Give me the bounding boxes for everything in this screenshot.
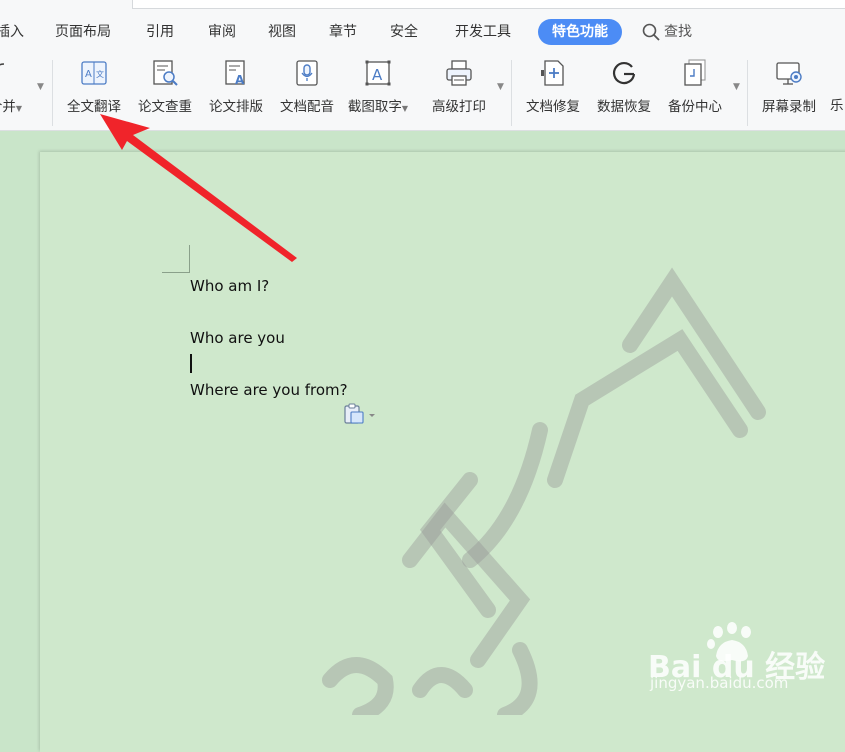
text-cursor: [190, 354, 192, 373]
doc-dubbing-button[interactable]: 文档配音: [271, 58, 343, 126]
more-arrow-icon[interactable]: ▼: [733, 82, 740, 92]
screen-record-label: 屏幕录制: [762, 99, 816, 115]
doc-repair-button[interactable]: 文档修复: [517, 58, 589, 126]
menu-chapter[interactable]: 章节: [329, 22, 357, 42]
advanced-print-button[interactable]: 高级打印: [423, 58, 495, 126]
merge-tool[interactable]: 合并▼: [0, 58, 36, 126]
backup-center-label: 备份中心: [668, 99, 722, 115]
paper-format-icon: A: [225, 60, 245, 87]
merge-label: 合并: [0, 99, 16, 115]
document-line[interactable]: Who are you: [190, 329, 285, 347]
menu-review[interactable]: 审阅: [208, 22, 236, 42]
document-line[interactable]: Where are you from?: [190, 381, 348, 399]
search-icon: [642, 23, 660, 41]
partial-tool-label[interactable]: 乐: [830, 96, 844, 116]
search-label: 查找: [664, 24, 692, 40]
document-page[interactable]: [40, 152, 845, 752]
menu-insert[interactable]: 插入: [0, 22, 24, 42]
svg-text:A: A: [235, 73, 245, 87]
menu-special-features[interactable]: 特色功能: [538, 19, 622, 45]
screen-record-icon: [776, 62, 802, 85]
paper-check-button[interactable]: 论文查重: [129, 58, 201, 126]
margin-corner-mark: [162, 272, 189, 273]
toolbar-divider: [747, 60, 748, 126]
full-text-translate-button[interactable]: A 文 全文翻译: [58, 58, 130, 126]
menu-references[interactable]: 引用: [146, 22, 174, 42]
menu-security[interactable]: 安全: [390, 22, 418, 42]
title-bar-edge: [132, 0, 845, 9]
translate-icon: A 文: [81, 61, 107, 85]
backup-center-button[interactable]: 备份中心: [659, 58, 731, 126]
backup-center-icon: [684, 59, 706, 86]
svg-text:A: A: [85, 69, 92, 80]
paste-options-icon[interactable]: [343, 403, 377, 425]
menu-developer-tools[interactable]: 开发工具: [455, 22, 511, 42]
paper-format-button[interactable]: A 论文排版: [200, 58, 272, 126]
advanced-print-label: 高级打印: [432, 99, 486, 115]
plagiarism-check-icon: [153, 60, 178, 86]
menu-bar: 插入 页面布局 引用 审阅 视图 章节 安全 开发工具 特色功能 查找: [0, 0, 845, 50]
data-recovery-button[interactable]: 数据恢复: [588, 58, 660, 126]
menu-page-layout[interactable]: 页面布局: [55, 22, 111, 42]
more-arrow-icon[interactable]: ▼: [497, 82, 504, 92]
screen-record-button[interactable]: 屏幕录制: [753, 58, 825, 126]
document-line[interactable]: Who am I?: [190, 277, 269, 295]
data-recovery-icon: [612, 61, 636, 85]
dubbing-microphone-icon: [296, 60, 318, 86]
toolbar-divider: [52, 60, 53, 126]
doc-repair-icon: [541, 60, 564, 86]
svg-text:A: A: [372, 66, 383, 84]
margin-corner-mark: [189, 245, 190, 273]
screenshot-ocr-label: 截图取字▼: [347, 99, 409, 115]
printer-icon: [446, 60, 472, 86]
screenshot-ocr-button[interactable]: A 截图取字▼: [342, 58, 414, 126]
screenshot-ocr-icon: A: [365, 60, 391, 86]
svg-text:文: 文: [96, 69, 104, 79]
menu-view[interactable]: 视图: [268, 22, 296, 42]
more-arrow-icon[interactable]: ▼: [37, 82, 44, 92]
toolbar-divider: [511, 60, 512, 126]
merge-icon: [0, 63, 5, 66]
